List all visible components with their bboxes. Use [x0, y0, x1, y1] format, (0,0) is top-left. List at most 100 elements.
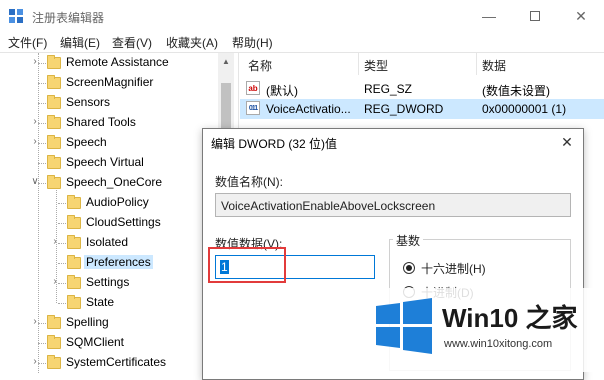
folder-icon: [67, 235, 81, 249]
tree-item-label: SystemCertificates: [66, 355, 167, 369]
menu-file[interactable]: 文件(F): [8, 34, 47, 51]
menu-edit[interactable]: 编辑(E): [60, 34, 100, 51]
chevron-right-icon[interactable]: ›: [30, 116, 40, 127]
column-type-header[interactable]: 类型: [364, 57, 388, 74]
value-name: (默认): [266, 84, 298, 98]
folder-icon: [47, 75, 61, 89]
chevron-right-icon[interactable]: ›: [30, 136, 40, 147]
menu-help[interactable]: 帮助(H): [232, 34, 273, 51]
folder-icon: [47, 135, 61, 149]
hex-radio[interactable]: [403, 262, 415, 274]
tree-connector-line: [58, 223, 66, 224]
folder-icon: [67, 215, 81, 229]
tree-item-label: Preferences: [84, 255, 153, 269]
tree-item[interactable]: SQMClient: [0, 333, 220, 353]
value-type: REG_SZ: [364, 82, 413, 96]
close-icon: ✕: [561, 134, 573, 150]
window-title: 注册表编辑器: [32, 11, 105, 25]
maximize-button[interactable]: [512, 0, 558, 32]
column-data-header[interactable]: 数据: [482, 57, 506, 74]
value-type: REG_DWORD: [364, 102, 444, 116]
dialog-title: 编辑 DWORD (32 位)值: [211, 137, 338, 151]
value-row[interactable]: ab (默认) REG_SZ (数值未设置): [240, 79, 604, 99]
tree-item[interactable]: Preferences: [0, 253, 220, 273]
tree-item[interactable]: › SystemCertificates: [0, 353, 220, 373]
tree-item-label: State: [86, 295, 115, 309]
tree-connector-line: [38, 83, 46, 84]
minimize-button[interactable]: —: [466, 0, 512, 32]
tree-item-label: AudioPolicy: [86, 195, 149, 209]
hex-radio-label[interactable]: 十六进制(H): [421, 260, 486, 277]
tree-item[interactable]: › Speech: [0, 133, 220, 153]
binary-value-icon: 011: [246, 101, 260, 115]
dialog-close-button[interactable]: ✕: [555, 131, 579, 153]
tree-item-label: Settings: [86, 275, 130, 289]
folder-icon: [47, 155, 61, 169]
chevron-right-icon[interactable]: ›: [30, 316, 40, 327]
close-button[interactable]: ✕: [558, 0, 604, 32]
tree-item[interactable]: › Spelling: [0, 313, 220, 333]
watermark-brand: Win10 之家: [442, 303, 578, 333]
windows-logo-icon: [376, 298, 432, 354]
folder-icon: [47, 115, 61, 129]
value-name-label: 数值名称(N):: [215, 175, 283, 189]
tree-item[interactable]: Sensors: [0, 93, 220, 113]
maximize-icon: [530, 11, 540, 21]
value-data: (数值未设置): [482, 84, 550, 98]
base-group-title: 基数: [393, 232, 424, 249]
watermark: Win10 之家 www.win10xitong.com: [368, 288, 604, 372]
tree-item-label: Sensors: [66, 95, 111, 109]
tree-connector-line: [58, 263, 66, 264]
tree-item[interactable]: CloudSettings: [0, 213, 220, 233]
folder-icon: [47, 55, 61, 69]
tree-item-label: Speech_OneCore: [66, 175, 163, 189]
tree-item[interactable]: › Isolated: [0, 233, 220, 253]
registry-editor-icon: [9, 9, 23, 23]
folder-icon: [47, 95, 61, 109]
watermark-url: www.win10xitong.com: [444, 338, 553, 350]
chevron-right-icon[interactable]: ›: [30, 356, 40, 367]
tree-item[interactable]: ∨ Speech_OneCore: [0, 173, 220, 193]
value-name: VoiceActivatio...: [266, 102, 351, 116]
tree-connector-line: [58, 303, 66, 304]
minimize-icon: —: [482, 8, 496, 24]
close-icon: ✕: [575, 7, 587, 24]
string-value-icon: ab: [246, 81, 260, 95]
tree-item[interactable]: ScreenMagnifier: [0, 73, 220, 93]
highlight-annotation-box: [208, 247, 286, 283]
tree-item-label: Speech Virtual: [66, 155, 144, 169]
menu-view[interactable]: 查看(V): [112, 34, 152, 51]
tree-item[interactable]: › Remote Assistance: [0, 53, 220, 73]
folder-icon: [47, 175, 61, 189]
chevron-down-icon[interactable]: ∨: [30, 176, 40, 187]
folder-icon: [67, 275, 81, 289]
value-data: 0x00000001 (1): [482, 102, 567, 116]
menu-favorites[interactable]: 收藏夹(A): [166, 34, 218, 51]
tree-connector-line: [38, 343, 46, 344]
tree-item[interactable]: Speech Virtual: [0, 153, 220, 173]
tree-item-label: Speech: [66, 135, 107, 149]
column-name-header[interactable]: 名称: [248, 57, 272, 74]
value-row-selected[interactable]: 011 VoiceActivatio... REG_DWORD 0x000000…: [240, 99, 604, 119]
value-name-field: VoiceActivationEnableAboveLockscreen: [215, 193, 571, 217]
tree-item-label: Shared Tools: [66, 115, 136, 129]
tree-item[interactable]: › Shared Tools: [0, 113, 220, 133]
column-separator[interactable]: [476, 53, 477, 75]
tree-item-label: CloudSettings: [86, 215, 161, 229]
title-bar: 注册表编辑器 — ✕: [0, 0, 604, 32]
menu-bar: 文件(F) 编辑(E) 查看(V) 收藏夹(A) 帮助(H): [0, 32, 604, 52]
tree-item[interactable]: State: [0, 293, 220, 313]
column-separator[interactable]: [358, 53, 359, 75]
value-name-text: VoiceActivationEnableAboveLockscreen: [221, 199, 436, 213]
tree-connector-line: [38, 163, 46, 164]
folder-icon: [67, 195, 81, 209]
tree-item-label: Spelling: [66, 315, 109, 329]
scroll-up-arrow-icon[interactable]: ▲: [222, 57, 230, 66]
tree-item[interactable]: › Settings: [0, 273, 220, 293]
folder-icon: [67, 295, 81, 309]
tree-item[interactable]: AudioPolicy: [0, 193, 220, 213]
chevron-right-icon[interactable]: ›: [50, 276, 60, 287]
chevron-right-icon[interactable]: ›: [50, 236, 60, 247]
tree-item-label: Isolated: [86, 235, 129, 249]
chevron-right-icon[interactable]: ›: [30, 56, 40, 67]
